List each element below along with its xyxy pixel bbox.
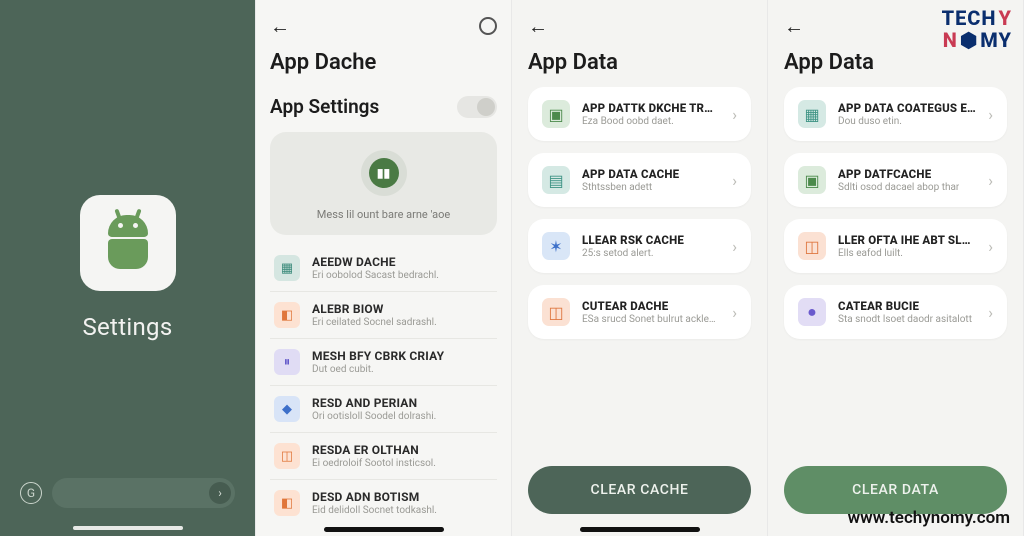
data-card[interactable]: ◫LLER OFTA IHE ABT SLENTEElls eafod luil… bbox=[784, 219, 1007, 273]
card-icon: ● bbox=[798, 298, 826, 326]
data-card[interactable]: ✶LLEAR RSK CACHE25:s setod alert.› bbox=[528, 219, 751, 273]
list-item[interactable]: ◫RESDA ER OLTHANEi oedroloif Sootol inst… bbox=[270, 432, 497, 479]
chevron-right-icon: › bbox=[732, 105, 737, 124]
home-indicator bbox=[73, 526, 183, 530]
clear-data-button[interactable]: CLEAR DATA bbox=[784, 466, 1007, 514]
brand-logo: TECHY N⬢MY bbox=[942, 6, 1012, 30]
section-title: App Settings bbox=[270, 95, 379, 118]
panel-settings-splash: Settings G › bbox=[0, 0, 256, 536]
chevron-right-icon: › bbox=[988, 171, 993, 190]
clear-cache-button[interactable]: CLEAR CACHE bbox=[528, 466, 751, 514]
chevron-right-icon: › bbox=[988, 105, 993, 124]
tile-icon: ⏸ bbox=[274, 349, 300, 375]
page-title: App Data bbox=[784, 50, 1007, 75]
back-button[interactable]: ← bbox=[270, 14, 290, 39]
tile-icon: ▦ bbox=[274, 255, 300, 281]
page-title: App Data bbox=[528, 50, 751, 75]
tile-icon: ◧ bbox=[274, 302, 300, 328]
chevron-right-icon: › bbox=[732, 303, 737, 322]
card-icon: ▣ bbox=[798, 166, 826, 194]
tile-icon: ◫ bbox=[274, 443, 300, 469]
list-item[interactable]: ◧ALEBR BIOWEri ceilated Socnel sadrashl. bbox=[270, 291, 497, 338]
card-icon: ▣ bbox=[542, 100, 570, 128]
list-item[interactable]: ▦AEEDW DACHEEri oobolod Sacast bedrachl. bbox=[270, 245, 497, 291]
panel-app-settings: ← App Dache App Settings ▮▮ Mess lil oun… bbox=[256, 0, 512, 536]
status-ring-icon bbox=[479, 17, 497, 35]
panel-app-data-clear: ← App Data ▦APP DATA COATEGUS EINEDou du… bbox=[768, 0, 1024, 536]
card-icon: ▤ bbox=[542, 166, 570, 194]
hero-card[interactable]: ▮▮ Mess lil ount bare arne 'aoe bbox=[270, 132, 497, 235]
app-icon bbox=[80, 195, 176, 291]
android-icon bbox=[100, 215, 156, 271]
settings-list: ▦AEEDW DACHEEri oobolod Sacast bedrachl.… bbox=[270, 245, 497, 536]
data-card[interactable]: ▣APP DATTK DKCHE TROITHEEza Bood oobd da… bbox=[528, 87, 751, 141]
hero-subtitle: Mess lil ount bare arne 'aoe bbox=[317, 208, 450, 221]
chevron-right-icon: › bbox=[732, 171, 737, 190]
chevron-right-icon: › bbox=[732, 237, 737, 256]
list-item[interactable]: ⏸MESH BFY CBRK CRIAYDut oed cubit. bbox=[270, 338, 497, 385]
chevron-right-icon: › bbox=[988, 303, 993, 322]
search-pill[interactable]: › bbox=[52, 478, 235, 508]
tile-icon: ◆ bbox=[274, 396, 300, 422]
tile-icon: ◧ bbox=[274, 490, 300, 516]
back-button[interactable]: ← bbox=[528, 14, 548, 39]
google-badge-icon: G bbox=[20, 482, 42, 504]
card-icon: ◫ bbox=[798, 232, 826, 260]
card-icon: ◫ bbox=[542, 298, 570, 326]
chevron-right-icon: › bbox=[209, 482, 231, 504]
home-indicator bbox=[580, 527, 700, 532]
settings-toggle[interactable] bbox=[457, 96, 497, 118]
brand-url: www.techynomy.com bbox=[848, 508, 1010, 528]
pause-icon: ▮▮ bbox=[369, 158, 399, 188]
list-item[interactable]: ◧DESD ADN BOTISMEid delidoll Socnet todk… bbox=[270, 479, 497, 526]
back-button[interactable]: ← bbox=[784, 14, 804, 39]
data-card[interactable]: ▣APP DATFCACHESdlti osod dacael abop tha… bbox=[784, 153, 1007, 207]
data-card[interactable]: ▤APP DATA CACHESthtssben adett› bbox=[528, 153, 751, 207]
home-indicator bbox=[324, 527, 444, 532]
chevron-right-icon: › bbox=[988, 237, 993, 256]
page-title: App Dache bbox=[270, 50, 497, 75]
data-card[interactable]: ▦APP DATA COATEGUS EINEDou duso etin.› bbox=[784, 87, 1007, 141]
card-icon: ▦ bbox=[798, 100, 826, 128]
data-card[interactable]: ◫CUTEAR DACHEESa srucd Sonet bulrut ackl… bbox=[528, 285, 751, 339]
list-item[interactable]: ◆RESD AND PERIANOri ootisloll Soodel dol… bbox=[270, 385, 497, 432]
data-card[interactable]: ●CATEAR BUCIESta snodt lsoet daodr asita… bbox=[784, 285, 1007, 339]
card-icon: ✶ bbox=[542, 232, 570, 260]
splash-title: Settings bbox=[82, 313, 172, 341]
panel-app-data-cache: ← App Data ▣APP DATTK DKCHE TROITHEEza B… bbox=[512, 0, 768, 536]
